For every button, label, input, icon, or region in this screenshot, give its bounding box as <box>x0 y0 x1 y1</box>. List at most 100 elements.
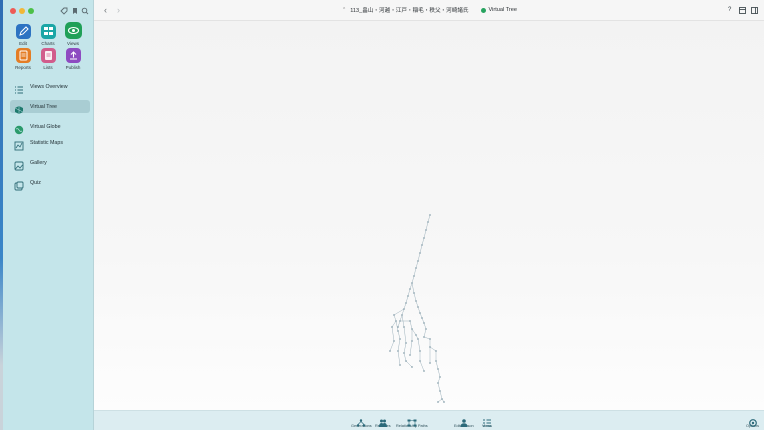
tree-link <box>411 282 415 294</box>
person-node[interactable] <box>429 338 431 340</box>
person-node[interactable] <box>437 382 439 384</box>
person-node[interactable] <box>419 252 421 254</box>
minimize-window-button[interactable] <box>19 8 25 14</box>
person-node[interactable] <box>419 360 421 362</box>
person-node[interactable] <box>403 352 405 354</box>
person-node[interactable] <box>427 221 429 223</box>
person-node[interactable] <box>435 360 437 362</box>
person-node[interactable] <box>391 326 393 328</box>
person-node[interactable] <box>399 338 401 340</box>
person-node[interactable] <box>411 282 413 284</box>
tree-link <box>429 346 437 352</box>
window-layout-icon[interactable] <box>739 7 746 17</box>
person-node[interactable] <box>413 275 415 277</box>
back-icon[interactable]: ‹ <box>104 5 107 15</box>
tree-link <box>419 244 423 254</box>
person-node[interactable] <box>399 364 401 366</box>
person-node[interactable] <box>443 401 445 403</box>
sidebar-item-statistic-maps[interactable]: Statistic Maps <box>10 136 90 150</box>
person-node[interactable] <box>423 370 425 372</box>
person-node[interactable] <box>403 308 405 310</box>
person-node[interactable] <box>401 314 403 316</box>
person-node[interactable] <box>423 322 425 324</box>
person-node[interactable] <box>423 336 425 338</box>
views-button[interactable]: Views <box>482 414 492 428</box>
person-node[interactable] <box>415 334 417 336</box>
person-node[interactable] <box>389 350 391 352</box>
person-node[interactable] <box>403 326 405 328</box>
person-node[interactable] <box>429 362 431 364</box>
bookmark-icon[interactable] <box>71 7 79 15</box>
person-node[interactable] <box>411 328 413 330</box>
person-node[interactable] <box>411 340 413 342</box>
publish-tool-button[interactable]: Publish <box>61 48 85 70</box>
person-node[interactable] <box>435 350 437 352</box>
person-node[interactable] <box>439 390 441 392</box>
person-node[interactable] <box>429 346 431 348</box>
person-node[interactable] <box>425 229 427 231</box>
sidebar-item-virtual-tree[interactable]: Virtual Tree <box>10 100 90 114</box>
search-icon[interactable] <box>81 7 89 15</box>
person-node[interactable] <box>395 320 397 322</box>
person-node[interactable] <box>417 306 419 308</box>
person-node[interactable] <box>415 300 417 302</box>
close-window-button[interactable] <box>10 8 16 14</box>
reports-tool-button[interactable]: Reports <box>11 48 35 70</box>
person-node[interactable] <box>417 260 419 262</box>
person-node[interactable] <box>399 320 401 322</box>
person-node[interactable] <box>397 326 399 328</box>
person-node[interactable] <box>409 354 411 356</box>
person-node[interactable] <box>397 350 399 352</box>
sidebar-item-quiz[interactable]: Quiz <box>10 176 90 190</box>
person-node[interactable] <box>405 302 407 304</box>
person-node[interactable] <box>439 376 441 378</box>
tree-link <box>423 336 431 340</box>
tree-link <box>437 376 441 384</box>
edit-person-button[interactable]: Edit Person <box>454 414 474 428</box>
person-node[interactable] <box>419 312 421 314</box>
sidebar-item-gallery[interactable]: Gallery <box>10 156 90 170</box>
options-button[interactable]: Options <box>746 414 759 428</box>
person-node[interactable] <box>419 350 421 352</box>
person-node[interactable] <box>421 244 423 246</box>
person-node[interactable] <box>405 360 407 362</box>
person-node[interactable] <box>393 314 395 316</box>
sidebar-item-views-overview[interactable]: Views Overview <box>10 80 90 93</box>
relatives-button[interactable]: Relatives <box>375 414 391 428</box>
edit-tool-button[interactable]: Edit <box>11 24 35 46</box>
person-node[interactable] <box>407 295 409 297</box>
person-node[interactable] <box>405 342 407 344</box>
tree-link <box>391 320 397 328</box>
tag-icon[interactable] <box>60 7 68 15</box>
person-node[interactable] <box>429 214 431 216</box>
person-node[interactable] <box>441 398 443 400</box>
person-node[interactable] <box>437 401 439 403</box>
virtual-tree-graph[interactable] <box>94 21 764 410</box>
sidebar-toggle-icon[interactable] <box>751 7 758 17</box>
relationship-paths-button[interactable]: Relationship Paths <box>396 414 428 428</box>
zoom-window-button[interactable] <box>28 8 34 14</box>
tree-link <box>417 252 421 262</box>
person-node[interactable] <box>409 320 411 322</box>
tree-link <box>393 314 397 322</box>
person-node[interactable] <box>413 292 415 294</box>
sidebar-item-virtual-globe[interactable]: Virtual Globe <box>10 120 90 134</box>
person-node[interactable] <box>437 368 439 370</box>
help-icon[interactable]: ? <box>728 7 731 14</box>
forward-icon[interactable]: › <box>117 5 120 15</box>
views-tool-button[interactable]: Views <box>61 22 85 46</box>
person-node[interactable] <box>423 237 425 239</box>
virtual-tree-canvas[interactable] <box>94 21 764 410</box>
person-node[interactable] <box>415 267 417 269</box>
person-node[interactable] <box>425 328 427 330</box>
person-node[interactable] <box>411 366 413 368</box>
person-node[interactable] <box>417 338 419 340</box>
charts-tool-button[interactable]: Charts <box>36 24 60 46</box>
generations-button[interactable]: Generations <box>351 414 372 428</box>
person-node[interactable] <box>409 288 411 290</box>
person-node[interactable] <box>421 317 423 319</box>
person-node[interactable] <box>397 330 399 332</box>
person-node[interactable] <box>393 340 395 342</box>
lists-tool-button[interactable]: Lists <box>36 48 60 70</box>
sidebar: Edit Charts Views Reports Lists Publish … <box>3 0 94 430</box>
